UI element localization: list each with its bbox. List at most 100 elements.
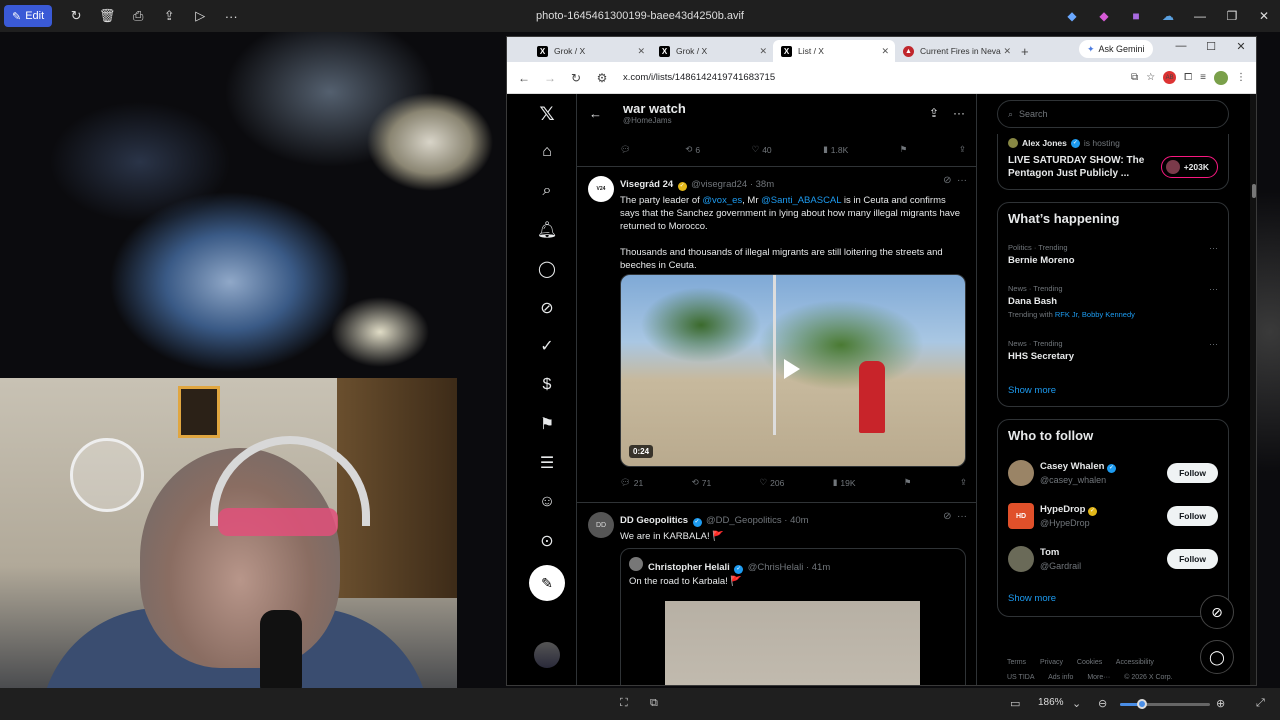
tab-grok-1[interactable]: X Grok / X ✕	[529, 40, 651, 62]
more-icon[interactable]: ···	[1209, 284, 1218, 294]
zoom-out-icon[interactable]: ⊖	[1098, 697, 1107, 710]
home-icon[interactable]: ⌂	[533, 138, 561, 166]
compose-post-button[interactable]: ✎	[529, 565, 565, 601]
footer-link[interactable]: More···	[1087, 674, 1110, 681]
scrollbar[interactable]	[1250, 94, 1256, 685]
follow-button[interactable]: Follow	[1167, 549, 1218, 569]
slideshow-icon[interactable]: ▷	[185, 3, 215, 29]
follow-button[interactable]: Follow	[1167, 506, 1218, 526]
more-icon[interactable]: ⊙	[533, 527, 561, 555]
footer-link[interactable]: US TIDA	[1007, 674, 1035, 681]
tray-icon-3[interactable]: ■	[1120, 9, 1152, 23]
tray-icon-1[interactable]: ◆	[1056, 9, 1088, 23]
fit-icon[interactable]: ⛶	[620, 697, 628, 710]
bookmarks-icon[interactable]: ⚑	[533, 410, 561, 438]
like-button[interactable]: ♡ 206	[760, 477, 785, 488]
browser-menu-icon[interactable]: ⋮	[1236, 72, 1246, 83]
reload-icon[interactable]: ↻	[565, 71, 587, 85]
play-icon[interactable]	[784, 359, 800, 379]
share-icon[interactable]: ⇪	[959, 144, 966, 155]
tray-icon-2[interactable]: ◆	[1088, 9, 1120, 23]
bookmark-icon[interactable]: ⚑	[904, 477, 912, 488]
site-info-icon[interactable]: ⚙	[591, 71, 613, 85]
tab-close-icon[interactable]: ✕	[759, 46, 767, 57]
repost-button[interactable]: ⟲ 6	[685, 144, 700, 155]
tweet-video[interactable]: 0:24	[620, 274, 966, 467]
footer-link[interactable]: Terms	[1007, 659, 1026, 666]
media-icon[interactable]: ≡	[1200, 72, 1206, 83]
tab-fires[interactable]: ▲ Current Fires in Neva ✕	[895, 40, 1017, 62]
profile-avatar[interactable]	[1214, 70, 1228, 85]
live-space-card[interactable]: Alex Jones ✓ is hosting LIVE SATURDAY SH…	[997, 134, 1229, 190]
share-icon[interactable]: ⇪	[929, 106, 939, 120]
back-icon[interactable]: ←	[513, 71, 535, 85]
reply-button[interactable]: 💬︎ 21	[620, 477, 643, 488]
close-icon[interactable]: ✕	[1226, 40, 1256, 53]
print-icon[interactable]: ⎙	[123, 3, 153, 29]
follow-suggestion[interactable]: Casey Whalen ✓ @casey_whalen Follow	[1008, 460, 1218, 492]
new-tab-icon[interactable]: +	[1021, 40, 1029, 62]
adblock-extension-icon[interactable]: AB	[1163, 71, 1177, 84]
trend-item[interactable]: Politics · Trending Bernie Moreno ···	[1008, 243, 1218, 266]
more-icon[interactable]: ···	[1209, 339, 1218, 349]
show-more-link[interactable]: Show more	[1008, 593, 1056, 604]
more-icon[interactable]: ···	[953, 106, 965, 120]
mention-link[interactable]: @Santi_ABASCAL	[761, 195, 841, 206]
bookmark-star-icon[interactable]: ☆	[1146, 72, 1155, 83]
share-icon[interactable]: ⇪	[960, 477, 967, 488]
search-input[interactable]: ⌕ Search	[997, 100, 1229, 128]
rotate-icon[interactable]: ↻	[61, 3, 91, 29]
ask-gemini-button[interactable]: ✦ Ask Gemini	[1079, 40, 1153, 58]
tweet[interactable]: V24 ⊘ ··· Visegrád 24 ✓ @visegrad24 · 38…	[577, 167, 976, 503]
reply-button[interactable]: 💬︎	[620, 144, 634, 155]
trend-item[interactable]: News · Trending HHS Secretary ···	[1008, 339, 1218, 362]
lists-icon[interactable]: ☰	[533, 449, 561, 477]
zoom-level[interactable]: 186%	[1038, 697, 1064, 708]
forward-icon[interactable]: →	[539, 71, 561, 85]
follow-button[interactable]: Follow	[1167, 463, 1218, 483]
notifications-icon[interactable]: 🔔︎	[533, 216, 561, 244]
tab-grok-2[interactable]: X Grok / X ✕	[651, 40, 773, 62]
more-icon[interactable]: ···	[216, 3, 246, 29]
footer-link[interactable]: Accessibility	[1116, 659, 1154, 666]
aspect-icon[interactable]: ▭	[1010, 697, 1020, 710]
tab-list[interactable]: X List / X ✕	[773, 40, 895, 62]
money-icon[interactable]: $	[533, 371, 561, 399]
tweet-author[interactable]: DD Geopolitics	[620, 515, 688, 526]
messages-float-icon[interactable]: ◯	[1200, 640, 1234, 674]
tab-close-icon[interactable]: ✕	[637, 46, 645, 57]
tab-close-icon[interactable]: ✕	[881, 46, 889, 57]
chevron-down-icon[interactable]: ⌄	[1072, 697, 1081, 710]
tweet[interactable]: DD ⊘ ··· DD Geopolitics ✓ @DD_Geopolitic…	[577, 503, 976, 685]
tweet-avatar[interactable]: V24	[588, 176, 614, 202]
grok-float-icon[interactable]: ⊘	[1200, 595, 1234, 629]
profile-icon[interactable]: ☺	[533, 488, 561, 516]
extensions-icon[interactable]: ⧠	[1184, 72, 1192, 83]
crop-icon[interactable]: ⧉	[650, 697, 658, 710]
footer-link[interactable]: Ads info	[1048, 674, 1073, 681]
maximize-icon[interactable]: ❐	[1216, 9, 1248, 23]
trend-link[interactable]: RFK Jr, Bobby Kennedy	[1055, 310, 1135, 319]
tweet-author[interactable]: Visegrád 24	[620, 179, 673, 190]
zoom-slider[interactable]	[1120, 703, 1210, 706]
tray-icon-4[interactable]: ☁	[1152, 9, 1184, 23]
minimize-icon[interactable]: —	[1184, 9, 1216, 23]
zoom-slider-handle[interactable]	[1137, 699, 1147, 709]
verified-icon[interactable]: ✓	[533, 332, 561, 360]
back-arrow-icon[interactable]: ←	[589, 106, 617, 121]
repost-button[interactable]: ⟲ 71	[692, 477, 712, 488]
share-icon[interactable]: ⇪	[154, 3, 184, 29]
bookmark-icon[interactable]: ⚑	[900, 144, 908, 155]
follow-suggestion[interactable]: HD HypeDrop ✓ @HypeDrop Follow	[1008, 503, 1218, 535]
mention-link[interactable]: @vox_es	[702, 195, 742, 206]
like-button[interactable]: ♡ 40	[752, 144, 772, 155]
install-icon[interactable]: ⧉	[1131, 72, 1138, 83]
minimize-icon[interactable]: —	[1166, 40, 1196, 53]
grok-icon[interactable]: ⊘	[533, 294, 561, 322]
zoom-in-icon[interactable]: ⊕	[1216, 697, 1225, 710]
close-icon[interactable]: ✕	[1248, 9, 1280, 23]
views-button[interactable]: ▮ 19K	[833, 477, 856, 488]
more-icon[interactable]: ···	[1209, 243, 1218, 253]
footer-link[interactable]: Cookies	[1077, 659, 1102, 666]
quote-image[interactable]	[665, 601, 920, 685]
